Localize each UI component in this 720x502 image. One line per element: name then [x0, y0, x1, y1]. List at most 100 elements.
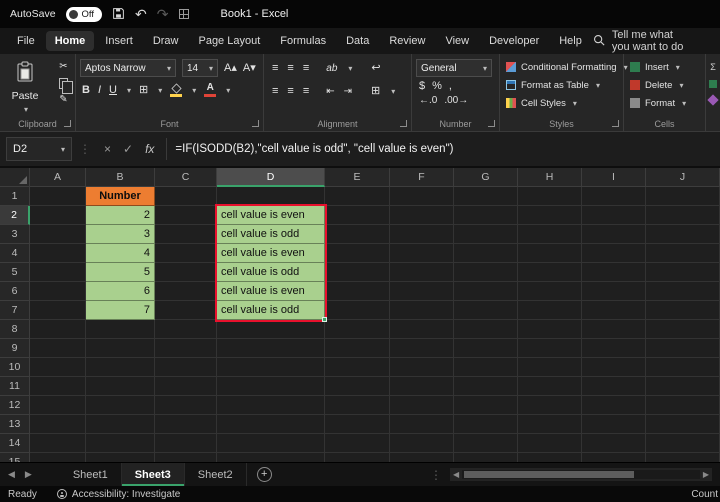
- cell-I9[interactable]: [582, 339, 646, 358]
- fill-icon[interactable]: [709, 80, 717, 88]
- cell-I5[interactable]: [582, 263, 646, 282]
- cell-F13[interactable]: [390, 415, 454, 434]
- align-right-icon[interactable]: ≡: [303, 86, 309, 97]
- cell-A13[interactable]: [30, 415, 86, 434]
- cell-A12[interactable]: [30, 396, 86, 415]
- column-header-E[interactable]: E: [325, 168, 390, 187]
- cell-D15[interactable]: [217, 453, 325, 462]
- scroll-right-icon[interactable]: ▶: [703, 470, 709, 479]
- cell-H9[interactable]: [518, 339, 582, 358]
- cell-H6[interactable]: [518, 282, 582, 301]
- cell-E5[interactable]: [325, 263, 390, 282]
- cell-C14[interactable]: [155, 434, 217, 453]
- cell-F11[interactable]: [390, 377, 454, 396]
- cell-C15[interactable]: [155, 453, 217, 462]
- cell-B15[interactable]: [86, 453, 155, 462]
- cell-H1[interactable]: [518, 187, 582, 206]
- cell-J1[interactable]: [646, 187, 720, 206]
- cell-D12[interactable]: [217, 396, 325, 415]
- cell-C11[interactable]: [155, 377, 217, 396]
- formula-input[interactable]: =IF(ISODD(B2),"cell value is odd", "cell…: [175, 143, 453, 155]
- tab-developer[interactable]: Developer: [480, 31, 548, 51]
- cell-F14[interactable]: [390, 434, 454, 453]
- cell-G10[interactable]: [454, 358, 518, 377]
- cell-F6[interactable]: [390, 282, 454, 301]
- cell-H3[interactable]: [518, 225, 582, 244]
- underline-button[interactable]: U: [109, 84, 117, 96]
- row-header-12[interactable]: 12: [0, 396, 30, 415]
- decrease-font-icon[interactable]: A▾: [243, 62, 256, 74]
- cell-J13[interactable]: [646, 415, 720, 434]
- cell-D9[interactable]: [217, 339, 325, 358]
- column-header-A[interactable]: A: [30, 168, 86, 187]
- cell-A2[interactable]: [30, 206, 86, 225]
- cell-D1[interactable]: [217, 187, 325, 206]
- cell-D5[interactable]: cell value is odd: [217, 263, 325, 282]
- cell-D4[interactable]: cell value is even: [217, 244, 325, 263]
- cell-I2[interactable]: [582, 206, 646, 225]
- cell-J11[interactable]: [646, 377, 720, 396]
- cell-J3[interactable]: [646, 225, 720, 244]
- cell-I1[interactable]: [582, 187, 646, 206]
- tab-review[interactable]: Review: [380, 31, 434, 51]
- tab-data[interactable]: Data: [337, 31, 378, 51]
- tab-view[interactable]: View: [436, 31, 478, 51]
- increase-indent-icon[interactable]: ⇥: [344, 86, 352, 97]
- tab-formulas[interactable]: Formulas: [271, 31, 335, 51]
- cell-G4[interactable]: [454, 244, 518, 263]
- decrease-indent-icon[interactable]: ⇤: [326, 86, 334, 97]
- cell-G13[interactable]: [454, 415, 518, 434]
- row-header-11[interactable]: 11: [0, 377, 30, 396]
- cell-B7[interactable]: 7: [86, 301, 155, 320]
- cell-F3[interactable]: [390, 225, 454, 244]
- cell-G11[interactable]: [454, 377, 518, 396]
- number-dialog-launcher-icon[interactable]: [488, 120, 495, 127]
- cell-D14[interactable]: [217, 434, 325, 453]
- cell-D7[interactable]: cell value is odd: [217, 301, 325, 320]
- row-header-9[interactable]: 9: [0, 339, 30, 358]
- horizontal-scrollbar[interactable]: ◀ ▶: [450, 468, 712, 481]
- clipboard-dialog-launcher-icon[interactable]: [64, 120, 71, 127]
- cell-F2[interactable]: [390, 206, 454, 225]
- cell-G7[interactable]: [454, 301, 518, 320]
- prev-sheet-icon[interactable]: ◀: [8, 469, 15, 480]
- cell-I3[interactable]: [582, 225, 646, 244]
- cell-B12[interactable]: [86, 396, 155, 415]
- cell-A11[interactable]: [30, 377, 86, 396]
- cell-A9[interactable]: [30, 339, 86, 358]
- cell-H5[interactable]: [518, 263, 582, 282]
- cut-icon[interactable]: ✂: [59, 62, 67, 72]
- row-header-6[interactable]: 6: [0, 282, 30, 301]
- row-header-13[interactable]: 13: [0, 415, 30, 434]
- cell-B1[interactable]: Number: [86, 187, 155, 206]
- cell-B10[interactable]: [86, 358, 155, 377]
- name-box[interactable]: D2 ▾: [6, 137, 72, 161]
- italic-button[interactable]: I: [98, 84, 101, 96]
- cell-D11[interactable]: [217, 377, 325, 396]
- cell-H13[interactable]: [518, 415, 582, 434]
- column-header-G[interactable]: G: [454, 168, 518, 187]
- cell-E1[interactable]: [325, 187, 390, 206]
- font-dialog-launcher-icon[interactable]: [252, 120, 259, 127]
- format-painter-icon[interactable]: ✎: [59, 95, 67, 105]
- column-header-C[interactable]: C: [155, 168, 217, 187]
- cell-J6[interactable]: [646, 282, 720, 301]
- cell-C13[interactable]: [155, 415, 217, 434]
- cell-E8[interactable]: [325, 320, 390, 339]
- cell-H11[interactable]: [518, 377, 582, 396]
- tab-home[interactable]: Home: [45, 31, 95, 51]
- cell-E7[interactable]: [325, 301, 390, 320]
- cell-F15[interactable]: [390, 453, 454, 462]
- cell-G6[interactable]: [454, 282, 518, 301]
- cell-C5[interactable]: [155, 263, 217, 282]
- bold-button[interactable]: B: [82, 84, 90, 96]
- cell-E9[interactable]: [325, 339, 390, 358]
- cell-F5[interactable]: [390, 263, 454, 282]
- select-all-corner[interactable]: [0, 168, 30, 187]
- number-format-combo[interactable]: General ▾: [416, 59, 492, 77]
- column-header-I[interactable]: I: [582, 168, 646, 187]
- cell-E12[interactable]: [325, 396, 390, 415]
- cell-I6[interactable]: [582, 282, 646, 301]
- cell-A1[interactable]: [30, 187, 86, 206]
- cell-I10[interactable]: [582, 358, 646, 377]
